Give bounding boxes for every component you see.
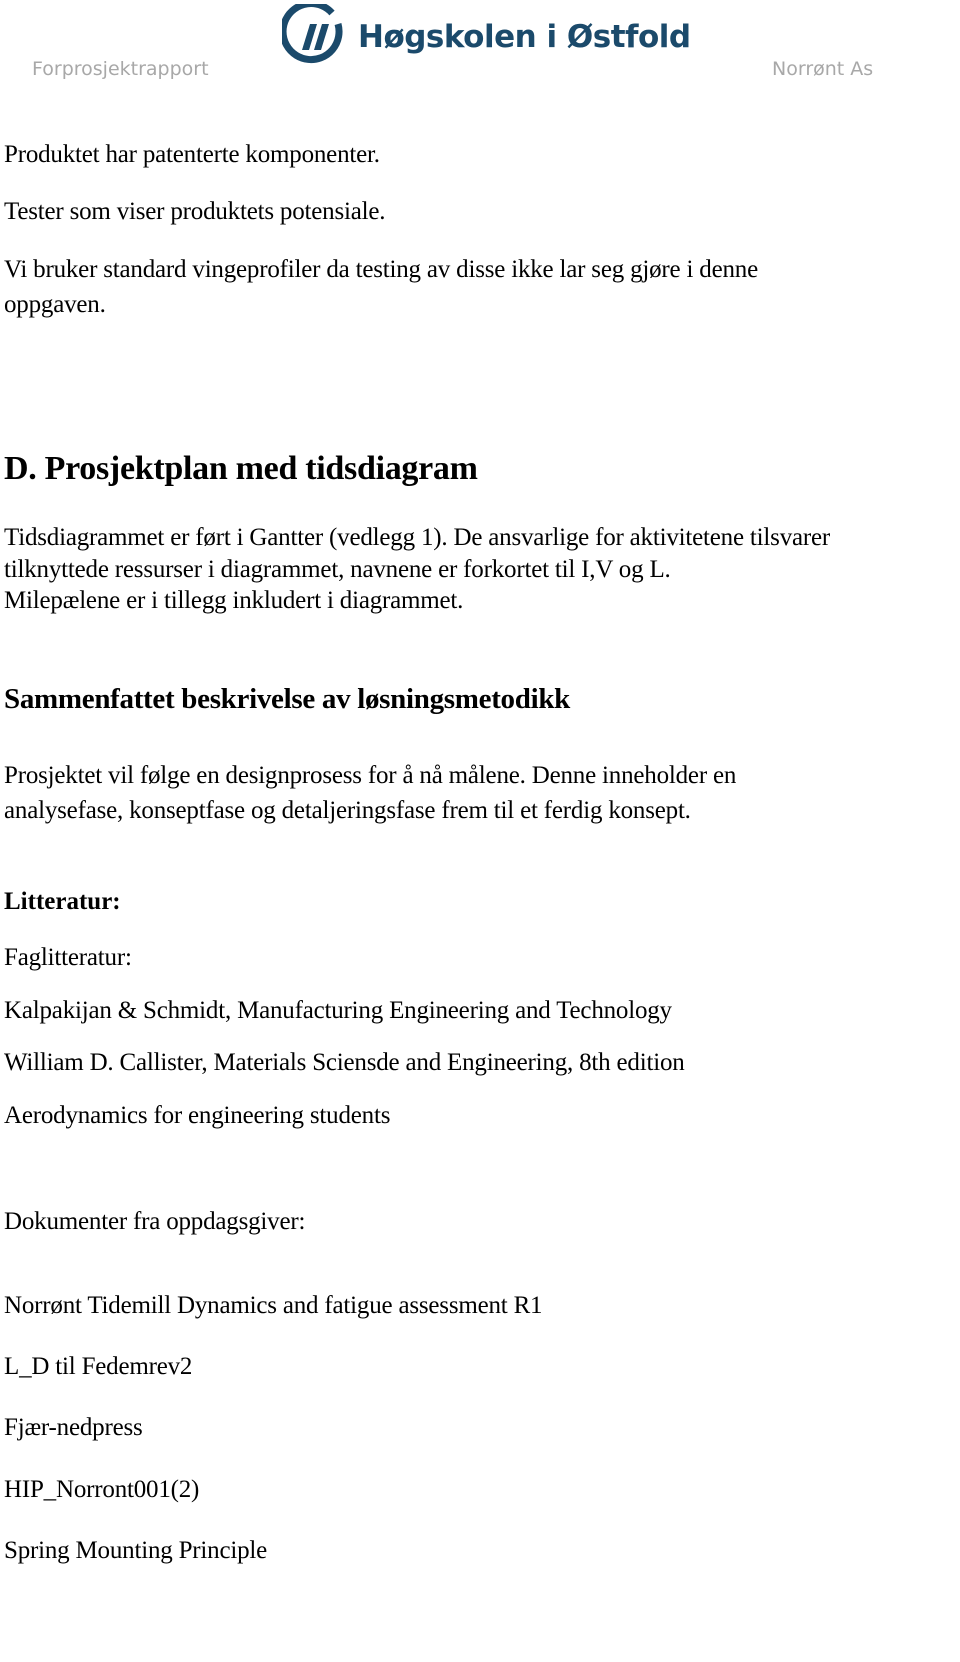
page-header: Høgskolen i Østfold Forprosjektrapport N… [0, 0, 960, 100]
subheading: Faglitteratur: [4, 944, 132, 971]
document-item: HIP_Norront001(2) [4, 1476, 200, 1503]
document-item: Norrønt Tidemill Dynamics and fatigue as… [4, 1292, 543, 1319]
institution-name: Høgskolen i Østfold [358, 19, 691, 55]
document-type-label: Forprosjektrapport [32, 58, 209, 80]
subheading: Dokumenter fra oppdagsgiver: [4, 1208, 306, 1235]
paragraph: Produktet har patenterte komponenter. [4, 141, 380, 168]
document-item: Spring Mounting Principle [4, 1537, 268, 1564]
reference-item: William D. Callister, Materials Sciensde… [4, 1049, 685, 1076]
paragraph-line: Tidsdiagrammet er ført i Gantter (vedleg… [4, 524, 831, 551]
company-label: Norrønt As [772, 58, 874, 80]
section-heading: Sammenfattet beskrivelse av løsningsmeto… [4, 683, 570, 715]
paragraph-line: oppgaven. [4, 291, 106, 318]
paragraph: Tester som viser produktets potensiale. [4, 198, 386, 225]
institution-logo: Høgskolen i Østfold [282, 4, 691, 70]
reference-item: Kalpakijan & Schmidt, Manufacturing Engi… [4, 997, 672, 1024]
section-heading: D. Prosjektplan med tidsdiagram [4, 450, 478, 487]
hiof-logo-icon [282, 4, 343, 64]
section-heading: Litteratur: [4, 888, 121, 915]
paragraph-line: analysefase, konseptfase og detaljerings… [4, 797, 691, 824]
document-item: Fjær-nedpress [4, 1414, 143, 1441]
paragraph-line: Vi bruker standard vingeprofiler da test… [4, 256, 758, 283]
reference-item: Aerodynamics for engineering students [4, 1102, 391, 1129]
paragraph-line: Prosjektet vil følge en designprosess fo… [4, 762, 737, 789]
document-item: L_D til Fedemrev2 [4, 1353, 193, 1380]
paragraph-line: Milepælene er i tillegg inkludert i diag… [4, 587, 464, 614]
